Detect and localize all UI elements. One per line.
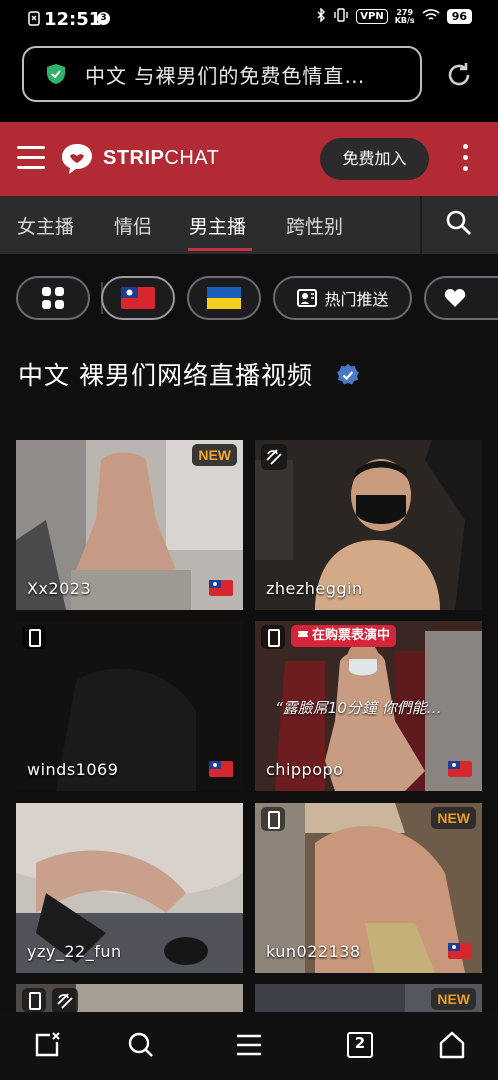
model-username: winds1069	[27, 760, 119, 779]
net-speed: 279 KB/s	[394, 7, 415, 25]
battery-icon: 96	[446, 9, 472, 24]
chip-flag-taiwan[interactable]	[101, 276, 175, 320]
model-card[interactable]: NEW kun022138	[255, 803, 482, 973]
chip-hot-picks[interactable]: 热门推送	[273, 276, 412, 320]
home-icon[interactable]	[437, 1030, 467, 1060]
clock: 12:51	[44, 9, 102, 30]
tab-trans[interactable]: 跨性别	[286, 212, 343, 239]
model-username: Xx2023	[27, 579, 92, 598]
bluetooth-icon	[316, 7, 326, 25]
chip-favorites[interactable]	[424, 276, 498, 320]
model-card[interactable]: zhezheggin	[255, 440, 482, 610]
taiwan-flag-icon	[121, 287, 155, 309]
model-card[interactable]: NEW Xx2023	[16, 440, 243, 610]
notification-count: 3	[97, 12, 110, 25]
address-bar[interactable]: 中文 与裸男们的免费色情直…	[22, 46, 422, 102]
tab-men[interactable]: 男主播	[189, 212, 246, 239]
model-username: yzy_22_fun	[27, 942, 122, 961]
taiwan-flag-icon	[209, 761, 233, 777]
model-username: kun022138	[266, 942, 361, 961]
vr-icon	[261, 444, 287, 470]
tab-girls[interactable]: 女主播	[17, 212, 74, 239]
tab-couples[interactable]: 情侣	[114, 212, 152, 239]
mobile-stream-icon	[261, 625, 285, 649]
secure-shield-icon	[47, 64, 65, 84]
menu-icon[interactable]	[234, 1030, 264, 1060]
model-card[interactable]: 在购票表演中 “露臉屌10分鐘 你們能… chippopo	[255, 621, 482, 791]
ukraine-flag-icon	[207, 287, 241, 309]
model-username: chippopo	[266, 760, 344, 779]
site-header: STRIPCHAT 免费加入	[0, 122, 498, 196]
browser-bottom-nav: 2	[0, 1012, 498, 1080]
mobile-stream-icon	[22, 625, 46, 649]
ticket-icon	[298, 631, 308, 637]
tab-count: 2	[347, 1032, 373, 1058]
chip-hot-picks-label: 热门推送	[324, 290, 389, 309]
verified-badge-icon	[337, 364, 359, 385]
tab-divider	[420, 196, 422, 254]
tabs-button[interactable]: 2	[345, 1030, 375, 1060]
active-tab-indicator	[188, 248, 252, 251]
mobile-stream-icon	[22, 988, 46, 1012]
sim-icon	[28, 11, 40, 30]
menu-icon[interactable]	[17, 146, 45, 170]
more-options-icon[interactable]	[461, 144, 469, 176]
stream-thumbnail	[16, 984, 243, 1012]
mobile-stream-icon	[261, 807, 285, 831]
brand-logo-text[interactable]: STRIPCHAT	[103, 147, 219, 170]
url-text: 中文 与裸男们的免费色情直…	[85, 63, 366, 88]
heart-icon	[444, 289, 466, 307]
new-badge: NEW	[431, 988, 476, 1010]
recommend-icon	[297, 289, 318, 307]
reload-icon[interactable]	[444, 60, 474, 90]
model-card[interactable]: winds1069	[16, 621, 243, 791]
join-free-button[interactable]: 免费加入	[320, 138, 429, 180]
category-tabs: 女主播 情侣 男主播 跨性别	[0, 196, 498, 254]
model-card[interactable]: yzy_22_fun	[16, 803, 243, 973]
new-badge: NEW	[192, 444, 237, 466]
page-title: 中文 裸男们网络直播视频	[18, 361, 313, 390]
taiwan-flag-icon	[209, 580, 233, 596]
chip-all-categories[interactable]	[16, 276, 90, 320]
wifi-icon	[422, 8, 440, 25]
model-card[interactable]: NEW	[255, 984, 482, 1012]
show-topic: “露臉屌10分鐘 你們能…	[275, 699, 442, 717]
chip-flag-ukraine[interactable]	[187, 276, 261, 320]
close-tab-icon[interactable]	[32, 1030, 62, 1060]
new-badge: NEW	[431, 807, 476, 829]
vr-icon	[52, 988, 78, 1012]
vpn-indicator: VPN	[356, 9, 388, 24]
grid-icon	[42, 287, 64, 309]
taiwan-flag-icon	[448, 943, 472, 959]
search-icon[interactable]	[444, 208, 474, 238]
status-bar: 12:51 3 VPN 279 KB/s 96	[0, 0, 498, 38]
search-icon[interactable]	[126, 1030, 156, 1060]
taiwan-flag-icon	[448, 761, 472, 777]
vibrate-icon	[333, 8, 349, 25]
model-card[interactable]	[16, 984, 243, 1012]
browser-toolbar: 中文 与裸男们的免费色情直…	[0, 38, 498, 122]
model-username: zhezheggin	[266, 579, 363, 598]
ticket-show-badge: 在购票表演中	[291, 625, 397, 647]
stripchat-logo-icon[interactable]	[60, 142, 94, 176]
filter-chips: 热门推送	[0, 276, 498, 322]
